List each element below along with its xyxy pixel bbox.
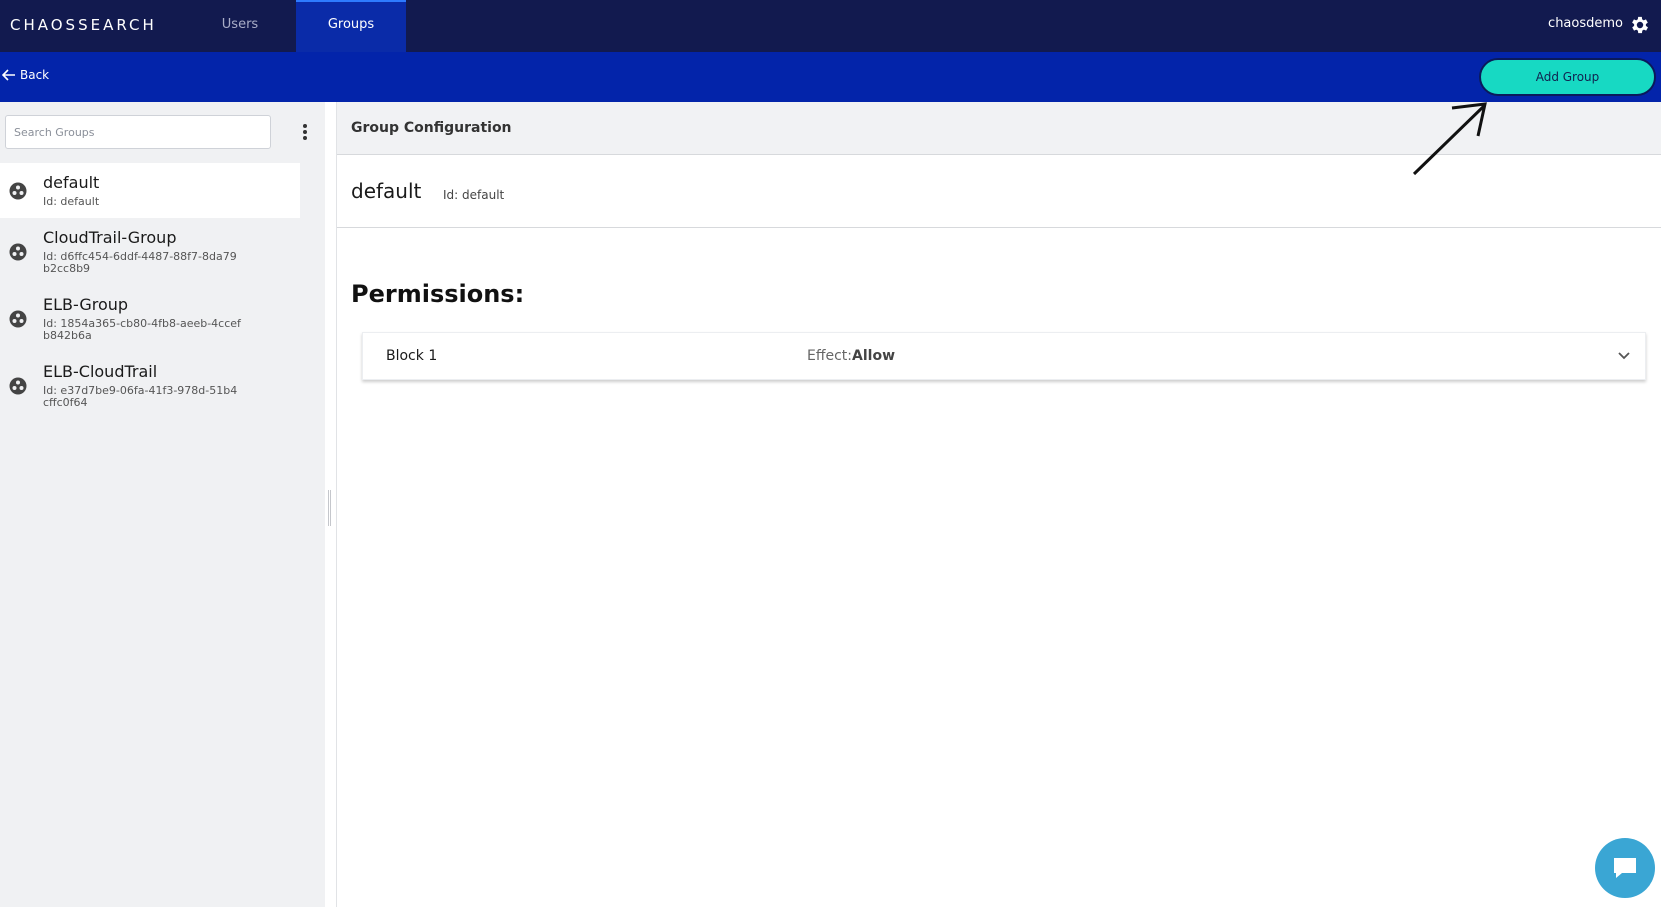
group-id: Id: d6ffc454-6ddf-4487-88f7-8da79b2cc8b9 — [43, 250, 237, 275]
chat-launcher-button[interactable] — [1595, 838, 1655, 898]
group-icon — [9, 243, 27, 260]
group-icon — [9, 377, 27, 394]
group-item-cloudtrail-group[interactable]: CloudTrail-Group Id: d6ffc454-6ddf-4487-… — [0, 218, 300, 285]
effect-value: Allow — [852, 348, 895, 364]
block-effect: Effect:Allow — [807, 348, 895, 364]
group-icon — [9, 310, 27, 327]
group-id: Id: default — [43, 195, 100, 208]
group-name: CloudTrail-Group — [43, 228, 177, 247]
search-groups-input[interactable] — [5, 115, 271, 149]
chat-icon — [1614, 858, 1636, 878]
add-group-button[interactable]: Add Group — [1479, 58, 1656, 96]
group-title-id: Id: default — [443, 188, 505, 202]
group-list: default Id: default CloudTrail-Group Id:… — [0, 163, 300, 419]
group-title: default — [351, 179, 422, 203]
username-label[interactable]: chaosdemo — [1548, 16, 1623, 31]
back-label: Back — [20, 68, 50, 82]
tab-users[interactable]: Users — [185, 0, 295, 52]
permission-block-1[interactable]: Block 1 Effect:Allow — [362, 332, 1646, 380]
group-id: Id: 1854a365-cb80-4fb8-aeeb-4ccefb842b6a — [43, 317, 241, 342]
group-name: default — [43, 173, 100, 192]
more-options-icon[interactable] — [297, 122, 313, 144]
group-name: ELB-CloudTrail — [43, 362, 158, 381]
group-configuration-panel: Group Configuration default Id: default … — [337, 102, 1661, 907]
panel-resize-handle[interactable] — [328, 490, 331, 526]
group-item-elb-cloudtrail[interactable]: ELB-CloudTrail Id: e37d7be9-06fa-41f3-97… — [0, 352, 300, 419]
arrow-left-icon — [2, 69, 15, 81]
group-id: Id: e37d7be9-06fa-41f3-978d-51b4cffc0f64 — [43, 384, 238, 409]
group-item-elb-group[interactable]: ELB-Group Id: 1854a365-cb80-4fb8-aeeb-4c… — [0, 285, 300, 352]
chaossearch-logo[interactable]: CHAOSSEARCH — [10, 16, 157, 34]
group-icon — [9, 182, 27, 199]
groups-sidebar: default Id: default CloudTrail-Group Id:… — [0, 102, 325, 907]
group-item-default[interactable]: default Id: default — [0, 163, 300, 218]
tab-groups[interactable]: Groups — [296, 0, 406, 52]
permissions-heading: Permissions: — [351, 280, 525, 308]
config-title: Group Configuration — [351, 120, 512, 136]
annotation-arrow-icon — [1412, 102, 1487, 176]
action-bar: Back Add Group — [0, 52, 1661, 102]
back-button[interactable]: Back — [2, 68, 49, 82]
group-name: ELB-Group — [43, 295, 129, 314]
top-navigation-bar: CHAOSSEARCH Users Groups chaosdemo — [0, 0, 1661, 52]
gear-icon[interactable] — [1629, 14, 1651, 36]
effect-label: Effect: — [807, 348, 853, 364]
block-name: Block 1 — [386, 348, 438, 364]
chevron-down-icon[interactable] — [1617, 351, 1631, 361]
